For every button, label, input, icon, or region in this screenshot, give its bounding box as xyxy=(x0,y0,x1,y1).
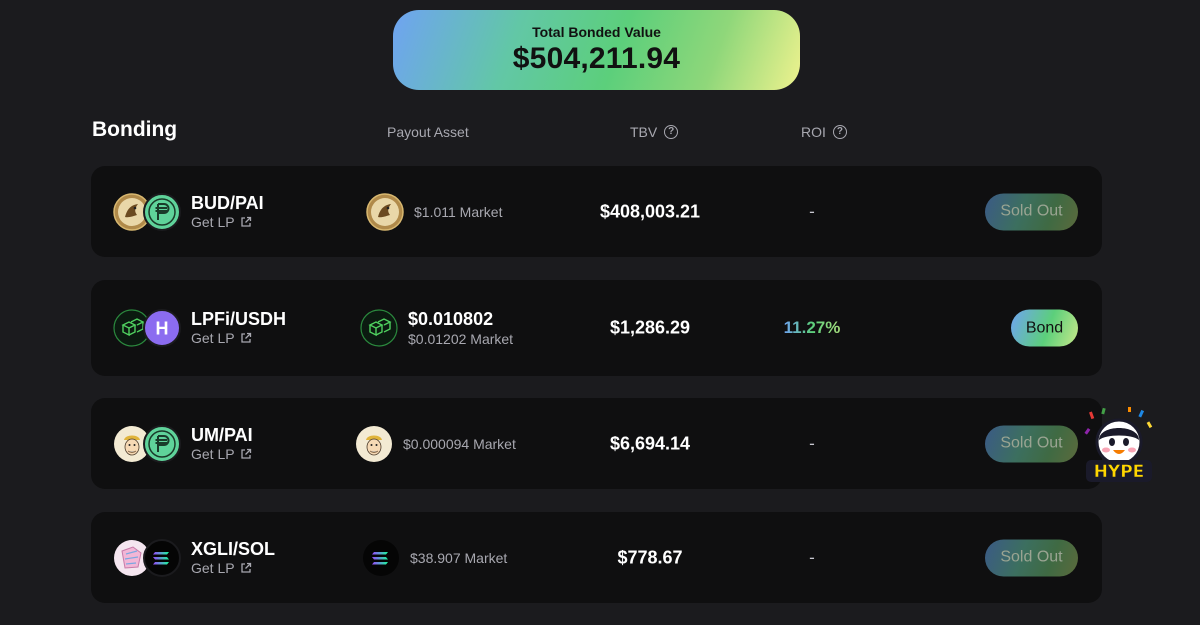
tbv-value: $778.67 xyxy=(617,547,683,567)
get-lp-link[interactable]: Get LP xyxy=(191,559,275,577)
pair-name: LPFi/USDH xyxy=(191,309,287,329)
external-link-icon xyxy=(240,448,251,459)
hype-label: HYPE xyxy=(1094,462,1145,482)
hype-penguin-sticker: HYPE xyxy=(1082,406,1156,486)
roi-value: 11.27% xyxy=(783,318,841,337)
bond-row-xgli-sol: XGLI/SOL Get LP $38.907 Market $778.67 - xyxy=(91,512,1102,603)
payout-market-price: $38.907 Market xyxy=(410,549,508,566)
pair-name: BUD/PAI xyxy=(191,192,264,213)
tbv-value: $6,694.14 xyxy=(609,433,691,453)
roi-value: - xyxy=(809,547,815,567)
get-lp-label: Get LP xyxy=(191,330,235,346)
lpfi-token-icon xyxy=(360,309,398,347)
total-bonded-label: Total Bonded Value xyxy=(532,24,661,40)
svg-text:H: H xyxy=(156,319,169,339)
roi-value: - xyxy=(809,433,815,453)
help-icon[interactable]: ? xyxy=(664,125,679,139)
sold-out-button[interactable]: Sold Out xyxy=(985,539,1078,576)
column-header-payout-asset: Payout Asset xyxy=(387,124,469,140)
sold-out-button[interactable]: Sold Out xyxy=(985,193,1078,230)
external-link-icon xyxy=(240,562,251,573)
total-bonded-value-card: Total Bonded Value $504,211.94 xyxy=(393,10,800,90)
payout-price: $0.010802 xyxy=(408,309,494,329)
bud-token-icon xyxy=(366,192,404,231)
pair-name: XGLI/SOL xyxy=(191,538,276,559)
payout-asset: $1.011 Market xyxy=(366,192,503,231)
roi-value: - xyxy=(809,201,815,221)
pair-info: UM/PAI Get LP xyxy=(113,424,253,463)
sol-token-icon xyxy=(362,539,400,577)
payout-asset: $0.010802 $0.01202 Market xyxy=(360,308,513,348)
pair-name: UM/PAI xyxy=(191,424,253,445)
total-bonded-value: $504,211.94 xyxy=(512,42,681,75)
bond-row-lpfi-usdh: H LPFi/USDH Get LP $0.010802 $0.01202 Ma… xyxy=(91,280,1102,376)
sol-token-icon xyxy=(143,538,181,577)
get-lp-link[interactable]: Get LP xyxy=(191,329,286,347)
bond-row-um-pai: UM/PAI Get LP $0.000094 Market $6,694.14… xyxy=(91,398,1102,489)
get-lp-link[interactable]: Get LP xyxy=(191,445,253,463)
column-header-roi: ROI ? xyxy=(801,124,847,140)
page-title: Bonding xyxy=(92,118,178,141)
bond-button[interactable]: Bond xyxy=(1011,309,1078,347)
pai-token-icon xyxy=(143,424,181,463)
um-token-icon xyxy=(355,425,393,463)
pair-info: H LPFi/USDH Get LP xyxy=(113,309,286,347)
sold-out-button[interactable]: Sold Out xyxy=(985,425,1078,462)
column-header-tbv: TBV ? xyxy=(630,124,679,140)
get-lp-label: Get LP xyxy=(191,559,235,576)
bonding-header: Bonding Payout Asset TBV ? ROI ? xyxy=(0,118,1200,148)
payout-asset-label: Payout Asset xyxy=(387,124,469,140)
get-lp-link[interactable]: Get LP xyxy=(191,213,264,231)
payout-market-price: $1.011 Market xyxy=(414,203,503,220)
payout-market-price: $0.000094 Market xyxy=(403,435,516,452)
pai-token-icon xyxy=(143,192,181,231)
payout-asset: $0.000094 Market xyxy=(355,425,516,463)
get-lp-label: Get LP xyxy=(191,445,235,462)
external-link-icon xyxy=(240,332,251,343)
tbv-label: TBV xyxy=(630,124,658,140)
tbv-value: $1,286.29 xyxy=(609,317,691,338)
get-lp-label: Get LP xyxy=(191,213,235,230)
external-link-icon xyxy=(240,216,251,227)
bond-row-bud-pai: BUD/PAI Get LP $1.011 Market $408,003.21… xyxy=(91,166,1102,257)
payout-market-price: $0.01202 Market xyxy=(408,331,514,347)
roi-label: ROI xyxy=(801,124,826,140)
pair-info: BUD/PAI Get LP xyxy=(113,192,264,231)
tbv-value: $408,003.21 xyxy=(599,201,701,221)
payout-asset: $38.907 Market xyxy=(362,539,507,577)
help-icon[interactable]: ? xyxy=(832,125,847,139)
pair-info: XGLI/SOL Get LP xyxy=(113,538,276,577)
usdh-token-icon: H xyxy=(143,309,181,347)
